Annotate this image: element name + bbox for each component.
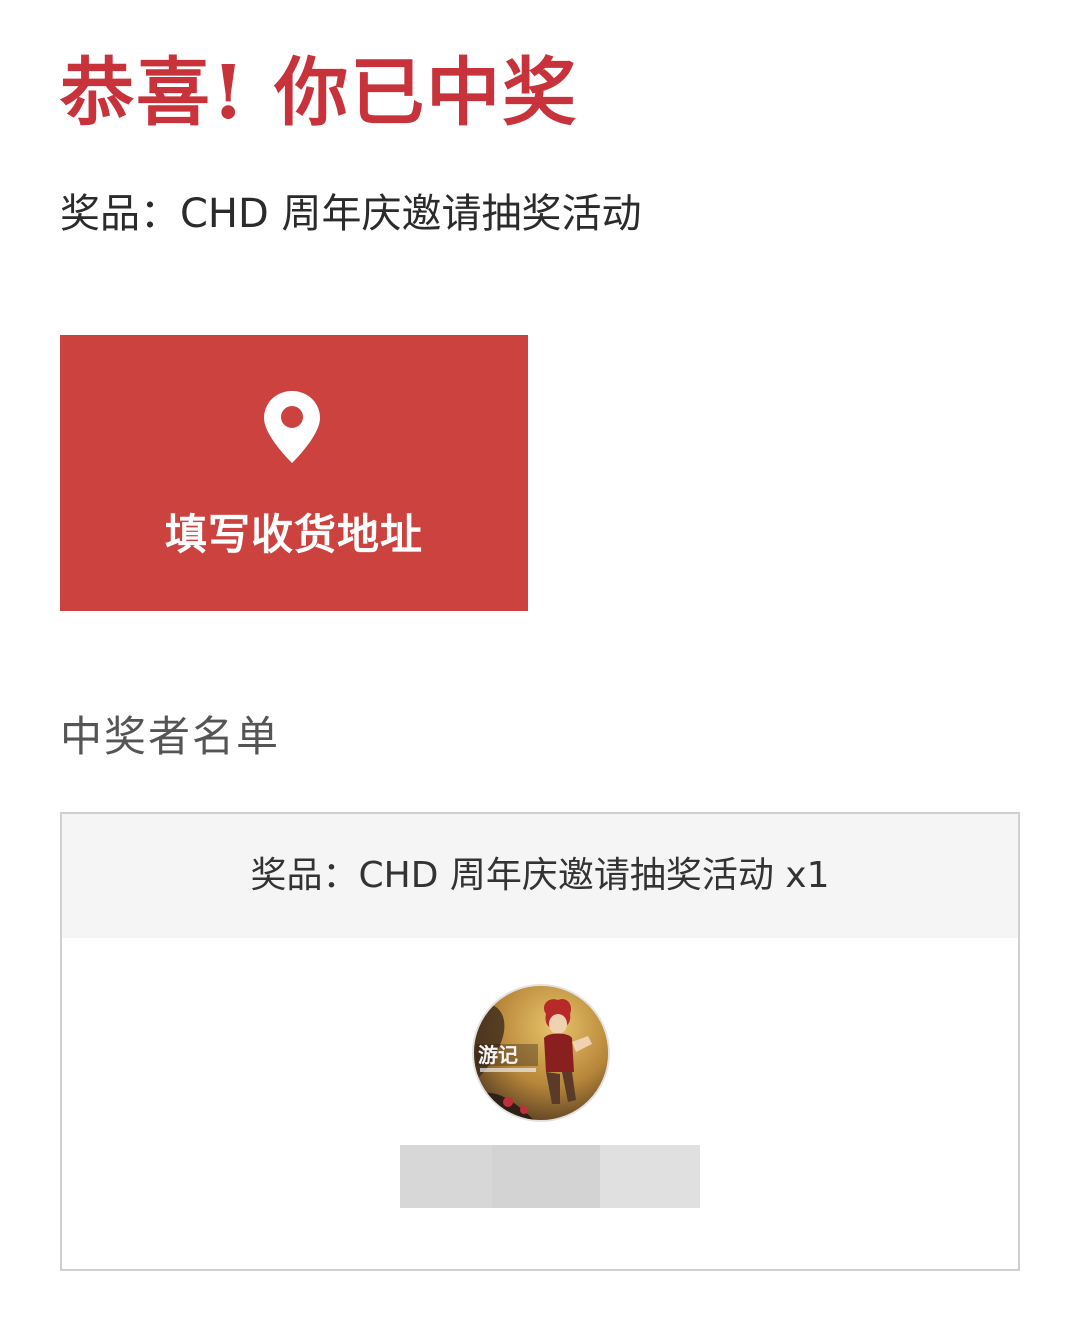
winners-prize-header: 奖品：CHD 周年庆邀请抽奖活动 x1 [62,814,1018,938]
prize-description: 奖品：CHD 周年庆邀请抽奖活动 [60,191,642,237]
winners-list: 奖品：CHD 周年庆邀请抽奖活动 x1 游记 [60,812,1020,1271]
page-title: 恭喜! 你已中奖 [60,50,579,136]
avatar-image: 游记 [474,986,608,1120]
winner-avatar[interactable]: 游记 [472,984,610,1122]
avatar-caption: 游记 [478,1043,518,1067]
winner-name-redacted [400,1145,700,1208]
fill-address-label: 填写收货地址 [164,510,423,559]
winners-section-title: 中奖者名单 [60,712,281,761]
location-pin-icon [264,391,320,463]
fill-address-button[interactable]: 填写收货地址 [60,335,528,611]
